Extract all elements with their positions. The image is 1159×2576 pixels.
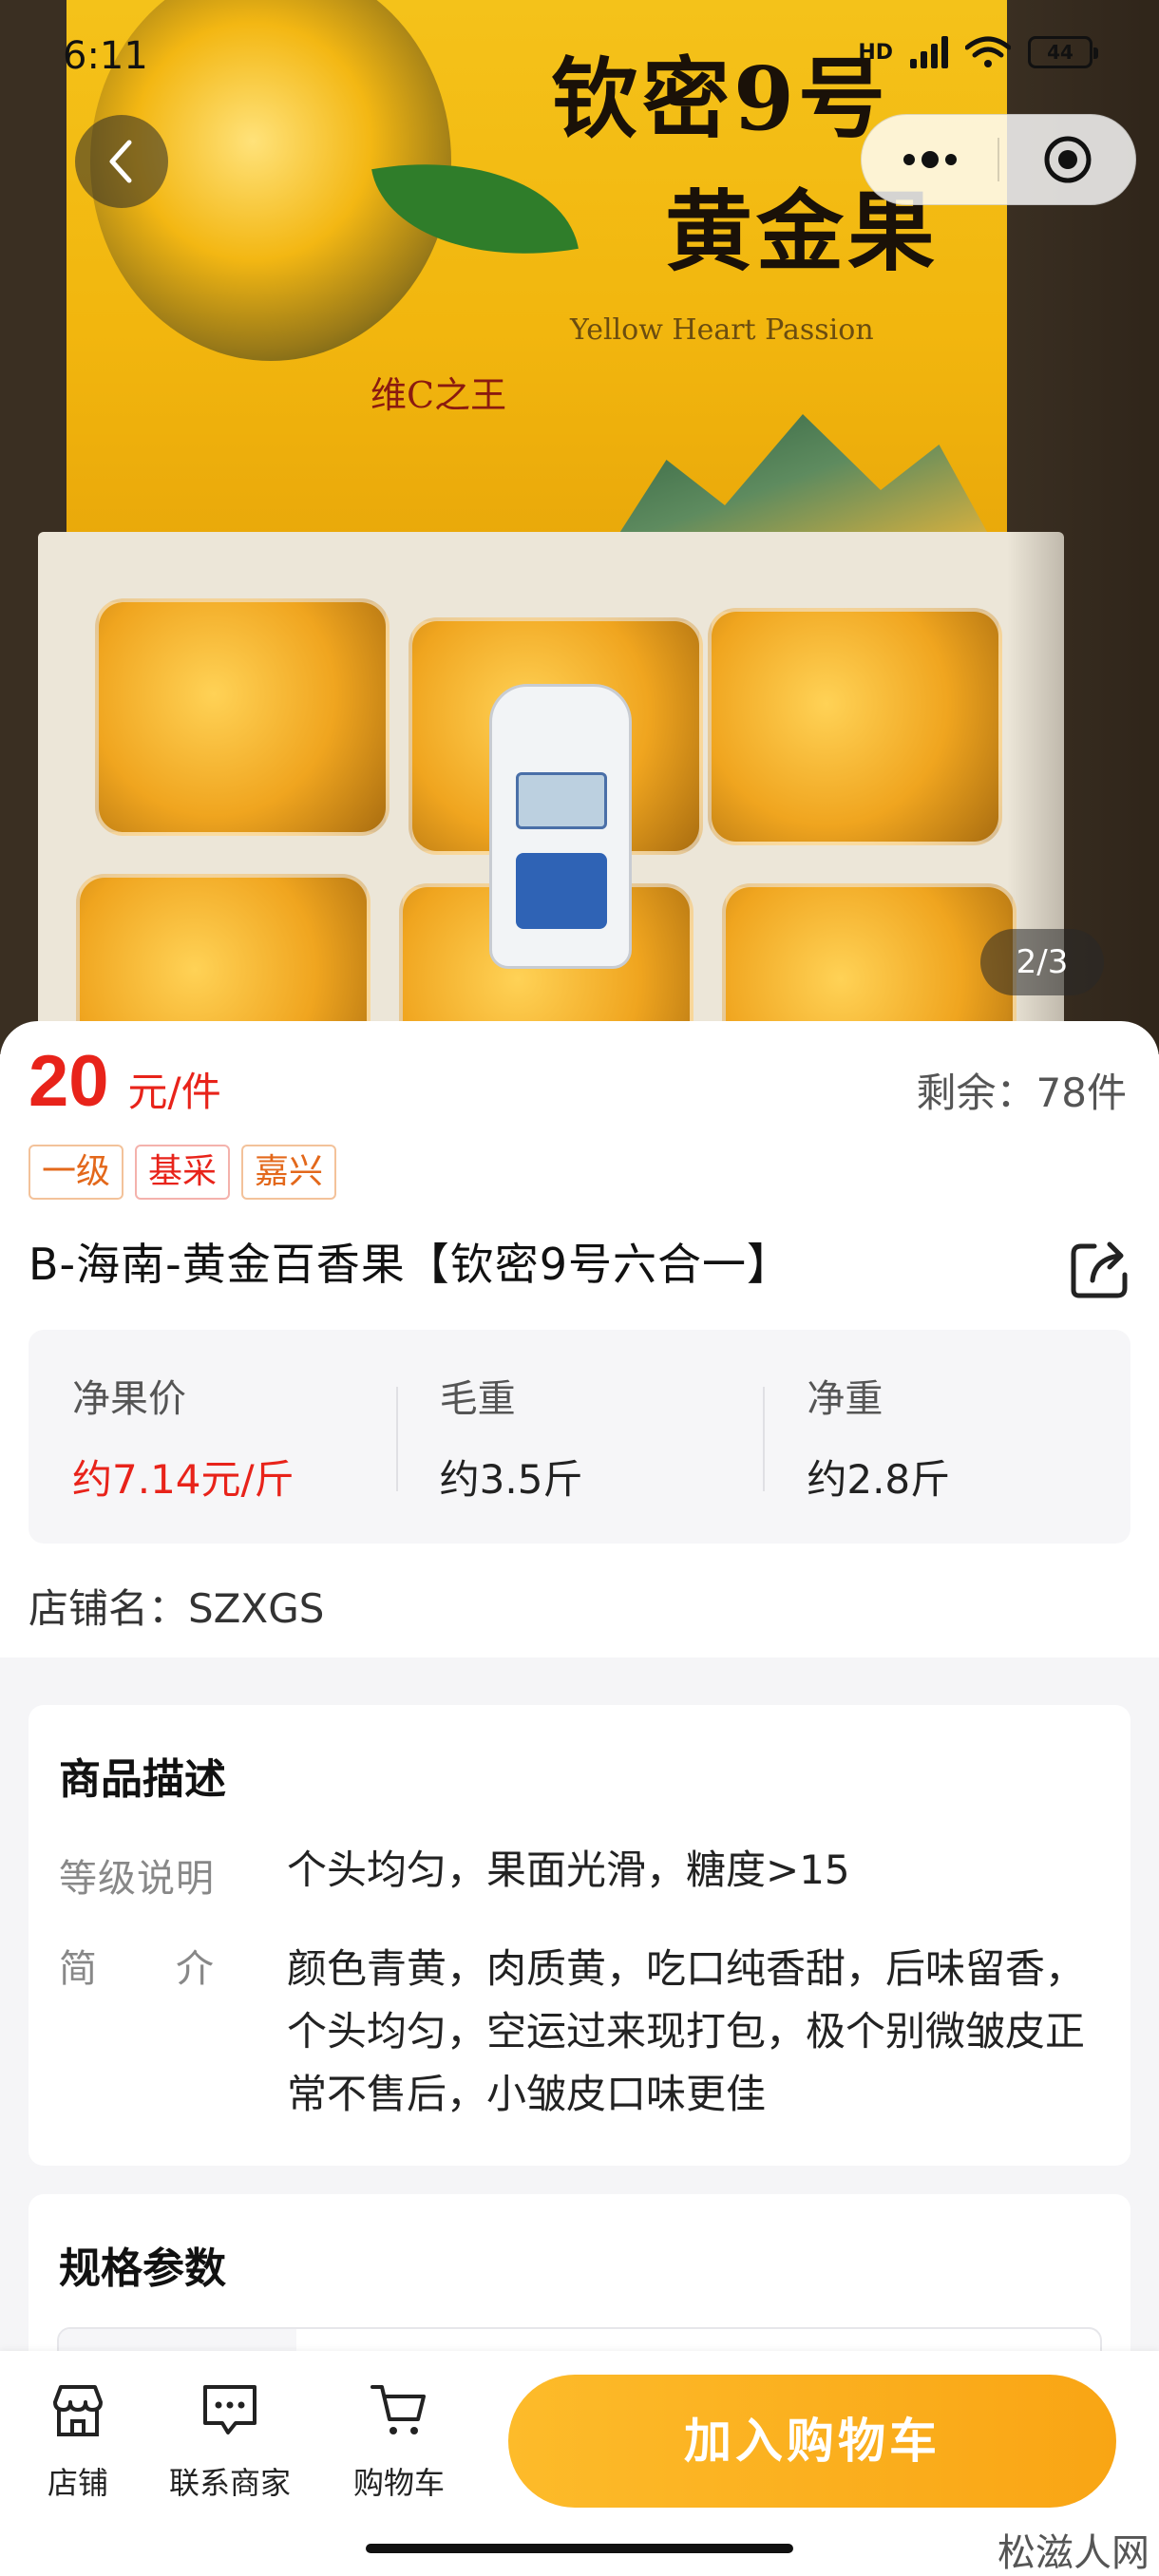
- status-bar: 6:11 HD 44: [0, 0, 1159, 114]
- close-target-icon: [1044, 136, 1091, 183]
- tag-location: 嘉兴: [241, 1145, 337, 1200]
- signal-icon: [910, 36, 948, 68]
- desc-value: 个头均匀，果面光滑，糖度>15: [287, 1847, 850, 1893]
- more-icon: [902, 151, 957, 168]
- desc-key: 简 介: [59, 1947, 215, 1991]
- close-button[interactable]: [999, 115, 1135, 204]
- shop-button[interactable]: 店铺: [2, 2379, 154, 2503]
- fruit-pack: [95, 598, 390, 836]
- wifi-icon: [965, 36, 1011, 67]
- cart-label: 购物车: [352, 2465, 445, 2501]
- network-type: HD: [858, 40, 893, 65]
- refractometer-screen: [516, 772, 607, 829]
- contact-label: 联系商家: [168, 2465, 291, 2501]
- fruit-pack: [708, 608, 1002, 845]
- bottom-action-bar: 店铺 联系商家 购物车 加入购物车: [0, 2351, 1159, 2576]
- section-title: 规格参数: [59, 2234, 226, 2297]
- store-icon: [53, 2385, 103, 2436]
- net-fruit-price-label: 净果价: [72, 1377, 186, 1421]
- mini-program-capsule: [861, 114, 1136, 205]
- back-button[interactable]: [55, 114, 188, 209]
- net-fruit-price-value: 约7.14元/斤: [72, 1456, 294, 1503]
- add-to-cart-button[interactable]: 加入购物车: [508, 2375, 1116, 2508]
- back-icon: [109, 140, 132, 183]
- screen: 钦密9号 黄金果 Yellow Heart Passion 维C之王 6:11 …: [0, 0, 1159, 2576]
- image-pager-badge: 2/3: [980, 929, 1104, 995]
- more-button[interactable]: [862, 115, 998, 204]
- watermark: 松滋人网: [998, 2531, 1150, 2575]
- shop-name: 店铺名：SZXGS: [28, 1585, 325, 1632]
- net-weight: 净重 约2.8斤: [763, 1330, 1130, 1544]
- shop-label: 店铺: [47, 2465, 108, 2501]
- box-slogan: 维C之王: [370, 374, 507, 416]
- cart-icon: [370, 2385, 426, 2434]
- back-button-bg: [75, 115, 168, 208]
- price-value: 20: [28, 1041, 109, 1122]
- specs-title: 规格参数: [59, 2245, 226, 2293]
- status-time: 6:11: [63, 34, 148, 78]
- price-unit: 元/件: [127, 1069, 221, 1115]
- product-info-card: 20 元/件 剩余：78件 一级 基采 嘉兴 B-海南-黄金百香果【钦密9号六合…: [0, 1021, 1159, 1657]
- net-weight-label: 净重: [807, 1377, 884, 1421]
- tag-source: 基采: [135, 1145, 231, 1200]
- share-icon[interactable]: [1066, 1235, 1134, 1303]
- home-indicator[interactable]: [366, 2544, 793, 2553]
- net-weight-value: 约2.8斤: [807, 1456, 951, 1503]
- product-title: B-海南-黄金百香果【钦密9号六合一】: [28, 1239, 792, 1290]
- desc-value: 颜色青黄，肉质黄，吃口纯香甜，后味留香，个头均匀，空运过来现打包，极个别微皱皮正…: [287, 1945, 1086, 2117]
- description-title: 商品描述: [59, 1755, 226, 1804]
- product-tags: 一级 基采 嘉兴: [28, 1145, 337, 1200]
- contact-seller-button[interactable]: 联系商家: [154, 2379, 306, 2503]
- refractometer: [489, 684, 632, 969]
- description-card: 商品描述 等级说明 个头均匀，果面光滑，糖度>15 简 介 颜色青黄，肉质黄，吃…: [28, 1705, 1130, 2166]
- box-english-text: Yellow Heart Passion: [570, 313, 874, 347]
- gross-weight-value: 约3.5斤: [439, 1456, 583, 1503]
- gross-weight: 毛重 约3.5斤: [395, 1330, 764, 1544]
- gross-weight-label: 毛重: [439, 1377, 516, 1421]
- stock-remaining: 剩余：78件: [916, 1070, 1127, 1116]
- desc-row-intro: 简 介 颜色青黄，肉质黄，吃口纯香甜，后味留香，个头均匀，空运过来现打包，极个别…: [59, 1938, 1123, 2126]
- refractometer-buttons: [516, 853, 607, 929]
- battery-icon: 44: [1028, 36, 1098, 68]
- price-row: 20 元/件: [28, 1040, 221, 1123]
- chat-icon: [203, 2385, 256, 2434]
- weight-summary: 净果价 约7.14元/斤 毛重 约3.5斤 净重 约2.8斤: [28, 1330, 1130, 1544]
- cart-button[interactable]: 购物车: [323, 2379, 475, 2503]
- tag-grade: 一级: [28, 1145, 124, 1200]
- desc-key: 等级说明: [59, 1857, 215, 1901]
- status-indicators: HD 44: [858, 36, 1098, 68]
- net-fruit-price: 净果价 约7.14元/斤: [28, 1330, 396, 1544]
- desc-row-grade: 等级说明 个头均匀，果面光滑，糖度>15: [59, 1847, 1123, 1903]
- section-title: 商品描述: [59, 1745, 226, 1808]
